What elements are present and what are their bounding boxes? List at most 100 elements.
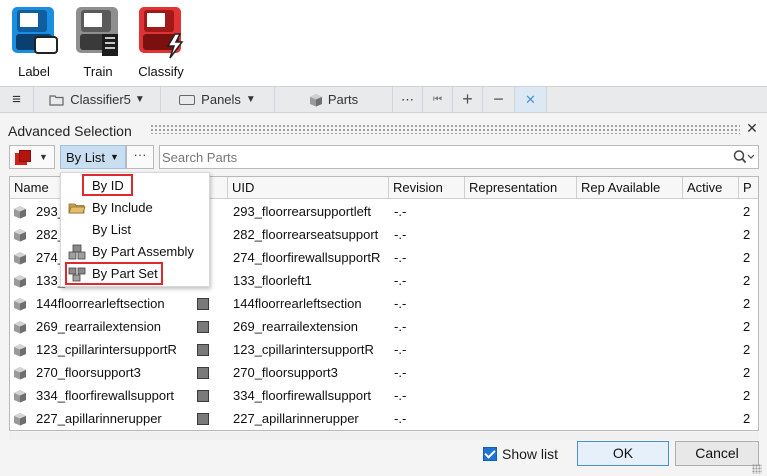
part-uid-cell: 334_floorfirewallsupport bbox=[233, 388, 372, 403]
menu-item-by-part-assembly[interactable]: By Part Assembly bbox=[61, 241, 211, 263]
table-row[interactable]: 269_rearrailextension 269_rearrailextensi… bbox=[10, 315, 758, 338]
part-uid-cell: 274_floorfirewallsupportR bbox=[233, 250, 381, 265]
column-header-uid[interactable]: UID bbox=[228, 177, 389, 199]
part-extra-cell: 2 bbox=[743, 365, 751, 380]
plus-icon: + bbox=[462, 89, 473, 109]
hamburger-icon: ≡ bbox=[12, 91, 21, 108]
panel-title: Advanced Selection bbox=[8, 123, 132, 139]
tab-parts-label: Parts bbox=[327, 92, 359, 107]
ok-button[interactable]: OK bbox=[577, 441, 669, 466]
part-revision-cell: -.- bbox=[394, 388, 407, 403]
ribbon: Label Train Classify bbox=[0, 0, 767, 86]
tab-panels-label: Panels bbox=[201, 92, 241, 107]
column-header-representation[interactable]: Representation bbox=[465, 177, 577, 199]
train-tool-label: Train bbox=[83, 64, 113, 79]
menu-item-by-list[interactable]: By List bbox=[61, 219, 211, 241]
column-header-p[interactable]: P bbox=[739, 177, 758, 199]
train-tool-icon bbox=[76, 7, 118, 56]
part-color-swatch[interactable] bbox=[197, 344, 209, 356]
first-tab-button[interactable]: ⏮ bbox=[423, 87, 453, 112]
part-color-swatch[interactable] bbox=[197, 298, 209, 310]
show-list-toggle[interactable]: Show list bbox=[483, 446, 558, 462]
tab-classifier5-label: Classifier5 bbox=[70, 92, 131, 107]
table-row[interactable]: 123_cpillarintersupportR 123_cpillarinter… bbox=[10, 338, 758, 361]
part-uid-cell: 123_cpillarintersupportR bbox=[233, 342, 374, 357]
part-name-cell: 227_apillarinnerupper bbox=[36, 411, 162, 426]
chevron-down-icon: ▼ bbox=[245, 94, 256, 105]
skip-first-icon: ⏮ bbox=[433, 94, 442, 105]
part-cube-icon bbox=[14, 390, 26, 403]
part-color-swatch[interactable] bbox=[197, 321, 209, 333]
show-list-label: Show list bbox=[502, 446, 559, 462]
table-row[interactable]: 334_floorfirewallsupport 334_floorfirewal… bbox=[10, 384, 758, 407]
column-header-rep-available[interactable]: Rep Available bbox=[577, 177, 683, 199]
column-header-revision[interactable]: Revision bbox=[389, 177, 465, 199]
part-revision-cell: -.- bbox=[394, 319, 407, 334]
classify-tool-button[interactable]: Classify bbox=[131, 4, 191, 79]
panel-close-button[interactable]: ✕ bbox=[745, 121, 759, 135]
part-color-swatch[interactable] bbox=[197, 367, 209, 379]
menu-item-label: By Include bbox=[92, 200, 153, 215]
tab-bar: ≡ Classifier5 ▼ Panels ▼ Parts ⋯ ⏮ + − ✕ bbox=[0, 86, 767, 113]
column-header-active[interactable]: Active bbox=[683, 177, 739, 199]
label-tool-button[interactable]: Label bbox=[4, 4, 64, 79]
label-tool-label: Label bbox=[18, 64, 50, 79]
more-options-button[interactable]: ··· bbox=[126, 145, 154, 169]
part-uid-cell: 282_floorrearseatsupport bbox=[233, 227, 379, 242]
part-revision-cell: -.- bbox=[394, 250, 407, 265]
part-extra-cell: 2 bbox=[743, 388, 751, 403]
part-color-swatch[interactable] bbox=[197, 413, 209, 425]
table-row[interactable]: 227_apillarinnerupper 227_apillarinnerupp… bbox=[10, 407, 758, 430]
part-extra-cell: 2 bbox=[743, 250, 751, 265]
close-tab-button[interactable]: ✕ bbox=[515, 87, 547, 112]
part-cube-icon bbox=[14, 229, 26, 242]
tab-panels[interactable]: Panels ▼ bbox=[161, 87, 275, 112]
folder-icon bbox=[68, 203, 86, 214]
add-tab-button[interactable]: + bbox=[453, 87, 483, 112]
part-revision-cell: -.- bbox=[394, 204, 407, 219]
drag-handle[interactable] bbox=[150, 124, 740, 134]
panel-icon bbox=[179, 94, 196, 105]
part-extra-cell: 2 bbox=[743, 204, 751, 219]
cancel-button[interactable]: Cancel bbox=[675, 441, 759, 466]
chevron-down-icon: ▼ bbox=[39, 152, 48, 162]
part-uid-cell: 270_floorsupport3 bbox=[233, 365, 338, 380]
selection-mode-dropdown[interactable]: By List ▼ bbox=[60, 145, 126, 169]
part-revision-cell: -.- bbox=[394, 273, 407, 288]
label-tool-icon bbox=[12, 7, 58, 54]
hamburger-menu-button[interactable]: ≡ bbox=[0, 87, 34, 112]
part-revision-cell: -.- bbox=[394, 296, 407, 311]
part-color-swatch[interactable] bbox=[197, 390, 209, 402]
part-cube-icon bbox=[14, 344, 26, 357]
close-icon: ✕ bbox=[525, 91, 536, 107]
red-cube-icon bbox=[15, 149, 32, 165]
part-assembly-icon bbox=[68, 244, 86, 260]
part-extra-cell: 2 bbox=[743, 296, 751, 311]
part-extra-cell: 2 bbox=[743, 319, 751, 334]
part-uid-cell: 227_apillarinnerupper bbox=[233, 411, 359, 426]
part-uid-cell: 133_floorleft1 bbox=[233, 273, 312, 288]
part-name-cell: 123_cpillarintersupportR bbox=[36, 342, 177, 357]
part-extra-cell: 2 bbox=[743, 227, 751, 242]
part-cube-icon bbox=[14, 413, 26, 426]
part-name-cell: 144floorrearleftsection bbox=[36, 296, 165, 311]
remove-tab-button[interactable]: − bbox=[483, 87, 515, 112]
menu-item-by-include[interactable]: By Include bbox=[61, 197, 211, 219]
entity-type-selector[interactable]: ▼ bbox=[9, 145, 55, 169]
tab-classifier5[interactable]: Classifier5 ▼ bbox=[34, 87, 161, 112]
table-row[interactable]: 270_floorsupport3 270_floorsupport3 -.- 2 bbox=[10, 361, 758, 384]
search-icon[interactable] bbox=[732, 149, 754, 165]
horizontal-scrollbar[interactable] bbox=[9, 432, 759, 440]
advanced-selection-panel: Advanced Selection ✕ ▼ By List ▼ ··· Nam… bbox=[0, 113, 767, 476]
cube-icon bbox=[309, 93, 322, 106]
search-input[interactable] bbox=[162, 147, 722, 167]
resize-grip[interactable] bbox=[752, 464, 762, 474]
train-tool-button[interactable]: Train bbox=[68, 4, 128, 79]
part-cube-icon bbox=[14, 275, 26, 288]
part-cube-icon bbox=[14, 367, 26, 380]
tab-parts[interactable]: Parts bbox=[275, 87, 393, 112]
table-row[interactable]: 144floorrearleftsection 144floorrearlefts… bbox=[10, 292, 758, 315]
menu-item-label: By List bbox=[92, 222, 132, 237]
more-tabs-button[interactable]: ⋯ bbox=[393, 87, 423, 112]
show-list-checkbox[interactable] bbox=[483, 447, 497, 461]
